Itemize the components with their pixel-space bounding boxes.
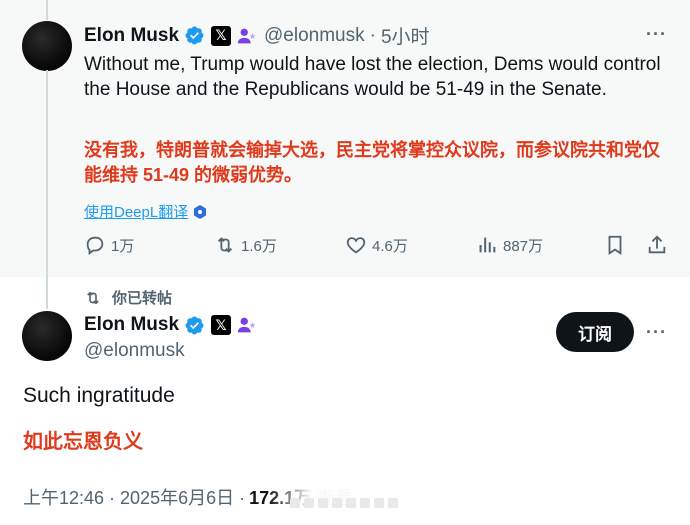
repost-label: 你已转帖 <box>112 290 173 307</box>
like-button[interactable]: 4.6万 <box>345 234 408 256</box>
views-count: 887万 <box>503 237 544 255</box>
share-button[interactable] <box>646 234 673 256</box>
author-name[interactable]: Elon Musk <box>84 314 179 336</box>
views-icon <box>479 237 496 253</box>
repost-icon <box>87 291 99 304</box>
repost-count: 1.6万 <box>241 237 277 255</box>
like-count: 4.6万 <box>372 237 408 255</box>
deepl-icon <box>194 204 207 219</box>
reply-button[interactable]: 1万 <box>84 234 134 256</box>
tweet-timestamp[interactable]: 上午12:46 · 2025年6月6日 · <box>23 484 245 510</box>
verified-badge-icon <box>185 26 204 45</box>
reply-count: 1万 <box>111 237 135 255</box>
translate-link[interactable]: 使用DeepL翻译 <box>84 201 208 222</box>
verified-badge-icon <box>185 316 204 334</box>
views-button[interactable]: 887万 <box>476 234 543 256</box>
bookmark-button[interactable] <box>604 234 631 256</box>
author-handle[interactable]: @elonmusk <box>84 340 185 362</box>
thread-line <box>46 277 48 309</box>
x-badge-icon: 𝕏 <box>211 25 232 46</box>
thread-line <box>46 70 48 277</box>
repost-button[interactable]: 1.6万 <box>214 234 277 256</box>
repost-icon <box>217 237 233 253</box>
action-bar: 1万 1.6万 4.6万 887万 <box>84 234 674 266</box>
tweet-time[interactable]: 5小时 <box>381 22 430 49</box>
author-name[interactable]: Elon Musk <box>84 25 179 47</box>
avatar[interactable] <box>22 21 72 71</box>
tweet-text: Such ingratitude <box>23 384 175 407</box>
affiliate-person-icon <box>237 317 256 333</box>
subscribe-button[interactable]: 订阅 <box>556 312 634 352</box>
reply-icon <box>86 236 104 256</box>
original-tweet[interactable]: Elon Musk 𝕏 @elonmusk · 5小时 ··· Without … <box>0 0 690 277</box>
blur-overlay <box>290 498 398 508</box>
tweet-translation: 没有我，特朗普就会输掉大选，民主党将掌控众议院，而参议院共和党仅能维持 51-4… <box>84 140 660 185</box>
x-badge-icon: 𝕏 <box>211 315 232 335</box>
tweet-text: Without me, Trump would have lost the el… <box>84 54 661 100</box>
like-icon <box>346 237 366 254</box>
more-options-icon[interactable]: ··· <box>646 322 667 343</box>
thread-line <box>46 0 48 20</box>
author-handle[interactable]: @elonmusk <box>264 25 365 47</box>
author-row: Elon Musk 𝕏 <box>84 314 258 336</box>
repost-indicator: 你已转帖 <box>84 287 172 308</box>
avatar[interactable] <box>22 311 72 361</box>
tweet-translation: 如此忘恩负义 <box>23 431 143 453</box>
share-icon <box>648 235 666 254</box>
bookmark-icon <box>608 235 622 255</box>
separator: · <box>369 24 376 46</box>
affiliate-person-icon <box>237 28 256 43</box>
translate-label[interactable]: 使用DeepL翻译 <box>84 201 188 222</box>
more-options-icon[interactable]: ··· <box>646 24 667 45</box>
author-row: Elon Musk 𝕏 @elonmusk · 5小时 <box>84 22 430 49</box>
